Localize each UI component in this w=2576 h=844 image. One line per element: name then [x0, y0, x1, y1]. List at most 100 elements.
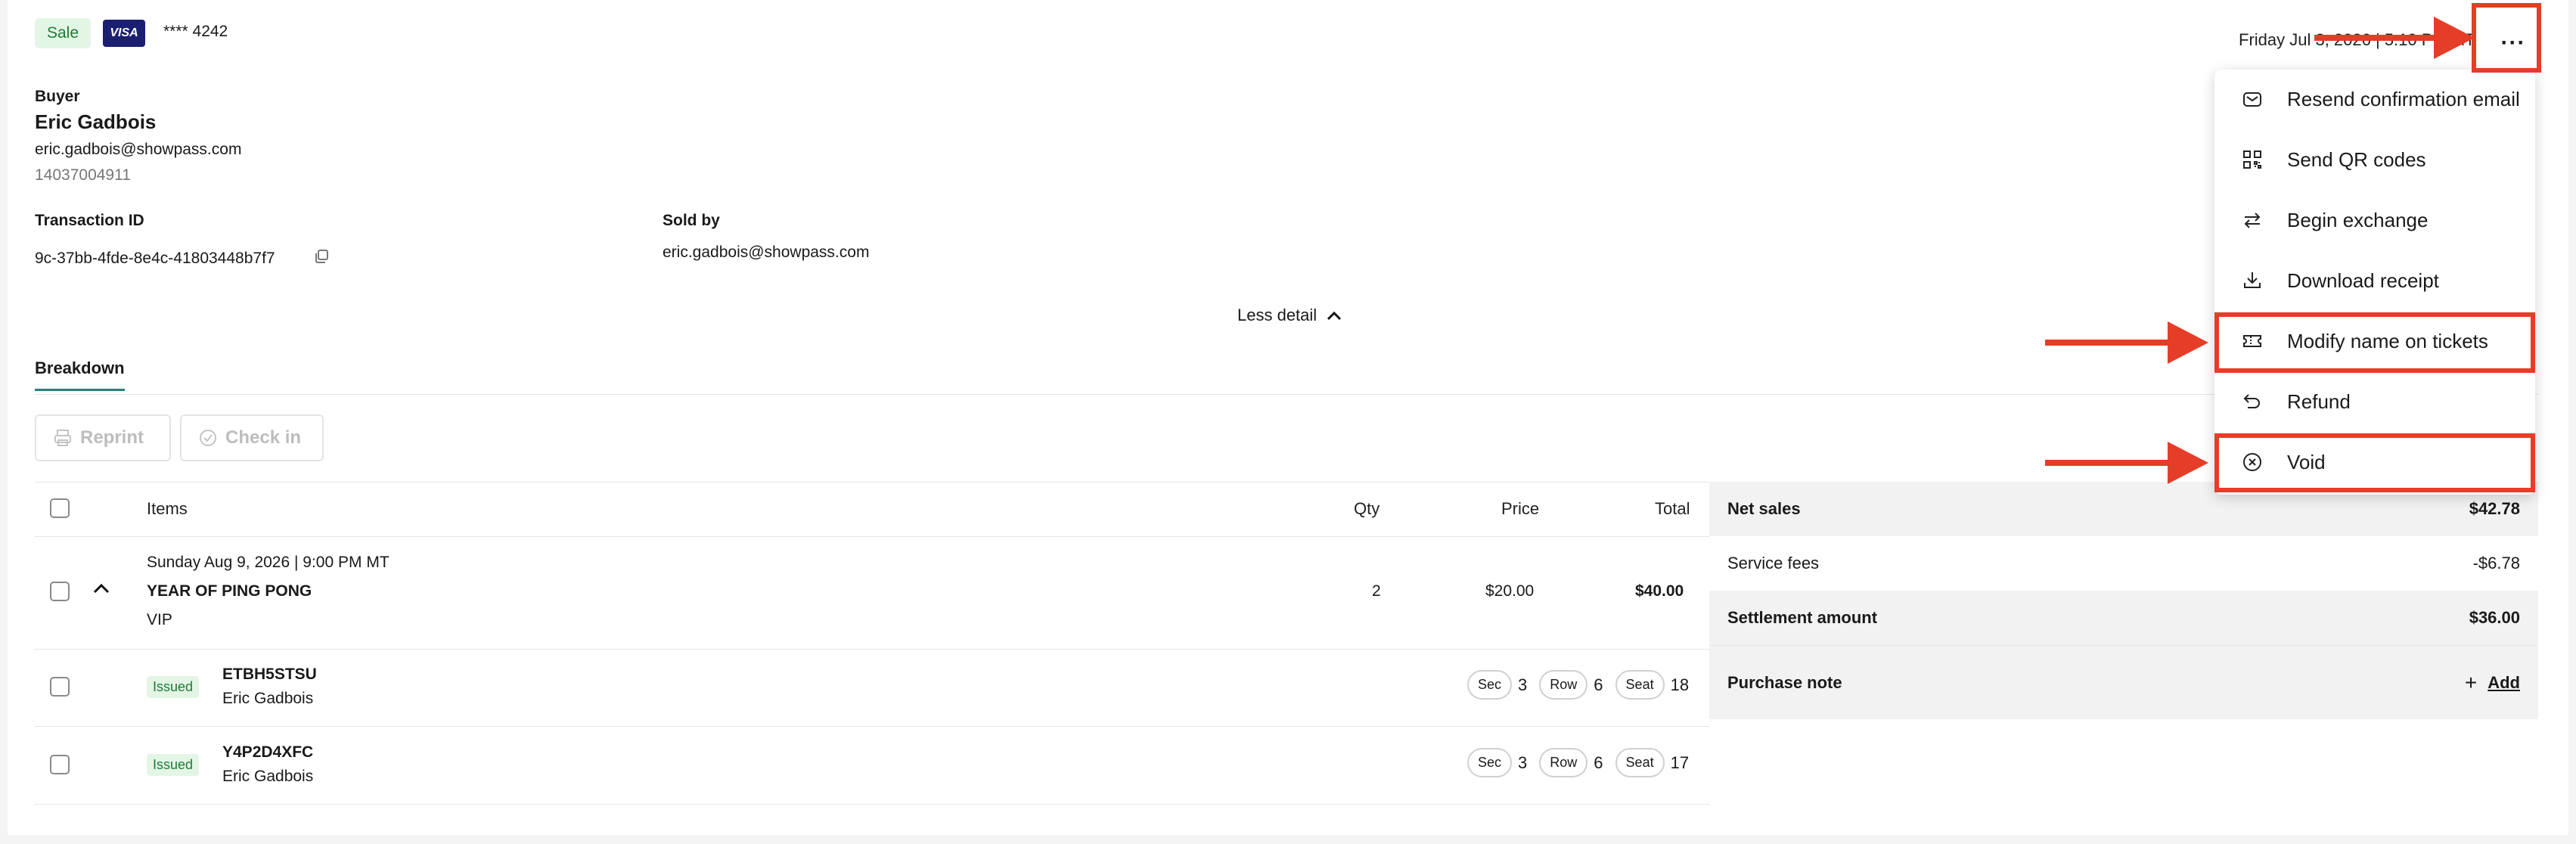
- menu-item-send-qr-codes[interactable]: Send QR codes: [2214, 130, 2535, 189]
- menu-item-label: Send QR codes: [2287, 147, 2426, 171]
- annotation-arrow-head: [2168, 442, 2208, 484]
- buyer-phone: 14037004911: [35, 166, 131, 184]
- ticket-holder: Eric Gadbois: [222, 768, 314, 785]
- event-row-checkbox[interactable]: [50, 582, 70, 601]
- ticket-row-checkbox[interactable]: [50, 677, 70, 697]
- copy-icon[interactable]: [313, 248, 330, 268]
- chevron-up-icon: [1327, 311, 1342, 321]
- select-all-checkbox[interactable]: [50, 498, 70, 518]
- row-divider: [35, 726, 1709, 727]
- row-chip: Row: [1539, 748, 1588, 777]
- mail-icon: [2240, 87, 2264, 111]
- buyer-email: eric.gadbois@showpass.com: [35, 141, 242, 158]
- purchase-note-row: Purchase note + Add: [1709, 645, 2538, 719]
- buyer-name: Eric Gadbois: [35, 110, 157, 133]
- event-total: $40.00: [1635, 582, 1684, 600]
- add-label: Add: [2488, 672, 2520, 692]
- col-qty-header: Qty: [1354, 499, 1380, 518]
- settlement-row: Settlement amount $36.00: [1709, 591, 2538, 645]
- highlight-more-button: [2472, 3, 2541, 73]
- settlement-value: $36.00: [2469, 608, 2520, 627]
- reprint-label: Reprint: [80, 427, 144, 448]
- highlight-void: [2214, 433, 2535, 492]
- ticket-code: Y4P2D4XFC: [222, 743, 314, 761]
- row-value: 6: [1594, 752, 1603, 772]
- transaction-id-value: 9c-37bb-4fde-8e4c-41803448b7f7: [35, 250, 275, 267]
- seat-info: Sec 3 Row 6 Seat 18: [1467, 670, 1701, 700]
- plus-icon: +: [2464, 670, 2478, 694]
- row-divider: [35, 804, 1709, 805]
- actions-menu: Resend confirmation email Send QR codes …: [2214, 70, 2535, 495]
- row-divider: [35, 649, 1709, 650]
- menu-item-refund[interactable]: Refund: [2214, 372, 2535, 431]
- ticket-holder: Eric Gadbois: [222, 690, 314, 707]
- tab-breakdown[interactable]: Breakdown: [35, 358, 125, 391]
- row-chip: Row: [1539, 670, 1588, 700]
- col-total-header: Total: [1655, 499, 1690, 518]
- sold-by-label: Sold by: [663, 212, 720, 229]
- less-detail-toggle[interactable]: Less detail: [1237, 306, 1342, 325]
- sec-value: 3: [1518, 675, 1528, 694]
- menu-item-label: Begin exchange: [2287, 208, 2429, 231]
- qr-code-icon: [2240, 147, 2264, 172]
- header-divider: [35, 536, 1709, 537]
- transaction-id-label: Transaction ID: [35, 212, 144, 229]
- buyer-label: Buyer: [35, 88, 80, 105]
- menu-item-label: Download receipt: [2287, 268, 2439, 292]
- row-value: 6: [1594, 675, 1603, 694]
- check-in-button[interactable]: Check in: [180, 414, 324, 461]
- collapse-chevron-icon[interactable]: [92, 582, 110, 598]
- sec-value: 3: [1518, 752, 1528, 772]
- highlight-modify-name: [2214, 312, 2535, 373]
- card-last4: **** 4242: [163, 23, 228, 40]
- printer-icon: [54, 430, 71, 446]
- table-top-border: [35, 482, 1709, 483]
- purchase-note-label: Purchase note: [1727, 672, 1842, 692]
- download-icon: [2240, 268, 2264, 293]
- menu-item-download-receipt[interactable]: Download receipt: [2214, 251, 2535, 310]
- undo-arrow-icon: [2240, 389, 2264, 414]
- sold-by-value: eric.gadbois@showpass.com: [663, 244, 870, 261]
- less-detail-label: Less detail: [1237, 306, 1317, 324]
- seat-chip: Seat: [1615, 670, 1665, 700]
- seat-value: 18: [1670, 675, 1690, 694]
- event-qty: 2: [1372, 582, 1381, 600]
- ticket-tier: VIP: [147, 611, 172, 628]
- annotation-arrow: [2045, 460, 2178, 466]
- status-badge: Sale: [35, 18, 92, 48]
- net-sales-value: $42.78: [2469, 499, 2520, 518]
- service-fees-row: Service fees -$6.78: [1709, 536, 2538, 591]
- settlement-label: Settlement amount: [1727, 608, 1878, 627]
- seat-info: Sec 3 Row 6 Seat 17: [1467, 748, 1701, 777]
- menu-item-label: Refund: [2287, 389, 2351, 413]
- ticket-row-checkbox[interactable]: [50, 755, 70, 774]
- sec-chip: Sec: [1467, 748, 1513, 777]
- sec-chip: Sec: [1467, 670, 1513, 700]
- menu-item-begin-exchange[interactable]: Begin exchange: [2214, 191, 2535, 250]
- annotation-arrow: [2314, 35, 2443, 41]
- visa-card-icon: VISA: [103, 20, 145, 47]
- net-sales-label: Net sales: [1727, 499, 1801, 518]
- col-items-header: Items: [147, 499, 188, 518]
- event-price: $20.00: [1485, 582, 1535, 600]
- reprint-button[interactable]: Reprint: [35, 414, 171, 461]
- annotation-arrow-head: [2434, 17, 2475, 59]
- tab-divider: [35, 394, 2538, 395]
- transaction-panel: Sale VISA **** 4242 Friday Jul 3, 2026 |…: [8, 0, 2568, 835]
- seat-value: 17: [1670, 752, 1690, 772]
- annotation-arrow-head: [2168, 321, 2208, 364]
- event-name: YEAR OF PING PONG: [147, 582, 312, 600]
- issued-badge: Issued: [147, 754, 200, 776]
- service-fees-value: -$6.78: [2472, 554, 2520, 572]
- check-in-label: Check in: [225, 427, 302, 448]
- col-price-header: Price: [1501, 499, 1540, 518]
- exchange-arrows-icon: [2240, 208, 2264, 232]
- annotation-arrow: [2045, 340, 2178, 346]
- menu-item-label: Resend confirmation email: [2287, 87, 2520, 110]
- menu-item-resend-confirmation-email[interactable]: Resend confirmation email: [2214, 70, 2535, 129]
- summary-panel: Net sales $42.78 Service fees -$6.78 Set…: [1709, 482, 2538, 721]
- add-note-button[interactable]: + Add: [2465, 671, 2520, 695]
- check-circle-icon: [200, 430, 216, 446]
- event-date: Sunday Aug 9, 2026 | 9:00 PM MT: [147, 554, 390, 571]
- service-fees-label: Service fees: [1727, 554, 1820, 572]
